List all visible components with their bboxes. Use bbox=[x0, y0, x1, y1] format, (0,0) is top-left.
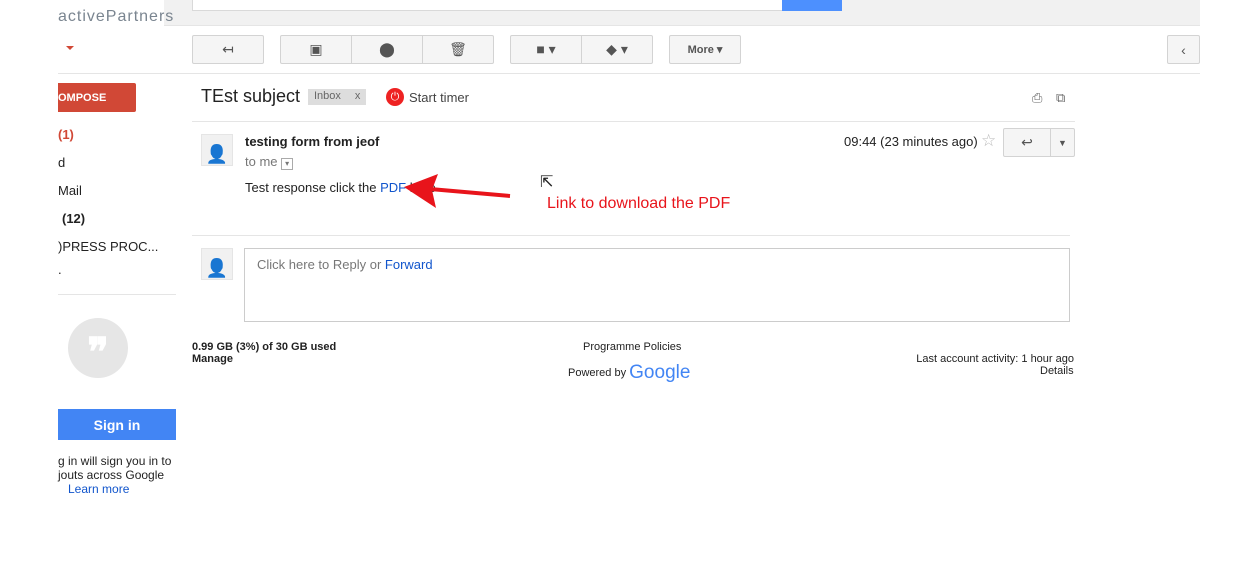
back-button[interactable]: ↤ bbox=[192, 35, 264, 64]
details-dropdown-icon[interactable]: ▾ bbox=[281, 158, 294, 170]
more-button[interactable]: More ▾ bbox=[669, 35, 741, 64]
report-spam-button[interactable]: ⬤ bbox=[352, 36, 423, 63]
divider bbox=[192, 121, 1075, 122]
sign-in-button[interactable]: Sign in bbox=[58, 409, 176, 440]
sender-avatar: 👤 bbox=[201, 134, 233, 166]
chevron-down-icon: ▼ bbox=[1058, 137, 1067, 148]
inbox-label: Inbox x bbox=[308, 89, 367, 105]
collapse-button[interactable]: ‹ bbox=[1167, 35, 1200, 64]
reply-link[interactable]: Reply bbox=[333, 257, 366, 272]
start-timer-button[interactable]: Start timer bbox=[409, 90, 469, 105]
programme-policies-link[interactable]: Programme Policies bbox=[583, 341, 681, 353]
folder-icon: ■ ▾ bbox=[536, 41, 556, 57]
learn-more-link[interactable]: Learn more bbox=[68, 482, 129, 496]
archive-icon: ▣ bbox=[309, 41, 323, 57]
annotation-text: Link to download the PDF bbox=[547, 195, 731, 212]
cursor-icon: ⇱ bbox=[540, 174, 554, 191]
reply-group: ↩ ▼ bbox=[1003, 128, 1075, 157]
action-group: ▣ ⬤ 🗑 bbox=[280, 35, 494, 64]
manage-link[interactable]: Manage bbox=[192, 353, 233, 365]
reply-icon: ↩ bbox=[1021, 134, 1033, 150]
sidebar-item[interactable]: d bbox=[58, 155, 65, 170]
google-logo: Google bbox=[629, 362, 691, 383]
forward-link[interactable]: Forward bbox=[385, 257, 433, 272]
reply-button[interactable]: ↩ bbox=[1004, 129, 1051, 156]
compose-button[interactable]: OMPOSE bbox=[58, 83, 136, 112]
timer-icon[interactable]: ⏻ bbox=[386, 88, 404, 106]
tag-icon: ◆ ▾ bbox=[606, 41, 628, 57]
move-to-button[interactable]: ■ ▾ bbox=[511, 36, 582, 63]
divider bbox=[58, 73, 1200, 74]
print-icon[interactable]: ⎙ bbox=[1032, 90, 1042, 106]
divider bbox=[192, 235, 1070, 236]
sidebar-item[interactable]: (12) bbox=[62, 211, 85, 226]
message-time: 09:44 (23 minutes ago) bbox=[844, 134, 978, 149]
labels-button[interactable]: ◆ ▾ bbox=[582, 36, 652, 63]
subject: TEst subject bbox=[201, 86, 301, 106]
star-icon[interactable]: ☆ bbox=[981, 131, 996, 151]
search-input[interactable] bbox=[192, 0, 784, 11]
sidebar-item[interactable]: Mail bbox=[58, 183, 82, 198]
sidebar-item-inbox[interactable]: (1) bbox=[58, 127, 74, 142]
sidebar-item[interactable]: )PRESS PROC... bbox=[58, 239, 158, 254]
hangouts-icon: ❞ bbox=[68, 318, 128, 378]
account-dropdown-icon[interactable] bbox=[66, 46, 74, 50]
details-link[interactable]: Details bbox=[1040, 365, 1074, 377]
storage-usage: 0.99 GB (3%) of 30 GB used bbox=[192, 341, 337, 353]
move-label-group: ■ ▾ ◆ ▾ bbox=[510, 35, 653, 64]
user-avatar: 👤 bbox=[201, 248, 233, 280]
search-button[interactable] bbox=[782, 0, 842, 11]
sidebar-item[interactable]: . bbox=[58, 262, 62, 277]
trash-icon: 🗑 bbox=[449, 41, 467, 57]
archive-button[interactable]: ▣ bbox=[281, 36, 352, 63]
sender-name: testing form from jeof bbox=[245, 134, 380, 149]
delete-button[interactable]: 🗑 bbox=[423, 36, 493, 63]
divider bbox=[58, 294, 176, 295]
powered-by: Powered by Google bbox=[568, 362, 691, 383]
recipients: to me ▾ bbox=[245, 154, 294, 170]
signin-text: g in will sign you in to jouts across Goo… bbox=[58, 454, 172, 482]
logo: activePartners bbox=[58, 8, 175, 25]
chevron-left-icon: ‹ bbox=[1181, 41, 1186, 58]
back-arrow-icon: ↤ bbox=[222, 41, 234, 57]
account-activity: Last account activity: 1 hour ago bbox=[916, 353, 1074, 365]
remove-label-button[interactable]: x bbox=[355, 90, 361, 104]
spam-icon: ⬤ bbox=[379, 41, 395, 57]
new-window-icon[interactable]: ⧉ bbox=[1056, 90, 1065, 106]
reply-more-button[interactable]: ▼ bbox=[1051, 129, 1074, 156]
reply-box[interactable]: Click here to Reply or Forward bbox=[244, 248, 1070, 322]
annotation-arrow bbox=[404, 174, 511, 208]
